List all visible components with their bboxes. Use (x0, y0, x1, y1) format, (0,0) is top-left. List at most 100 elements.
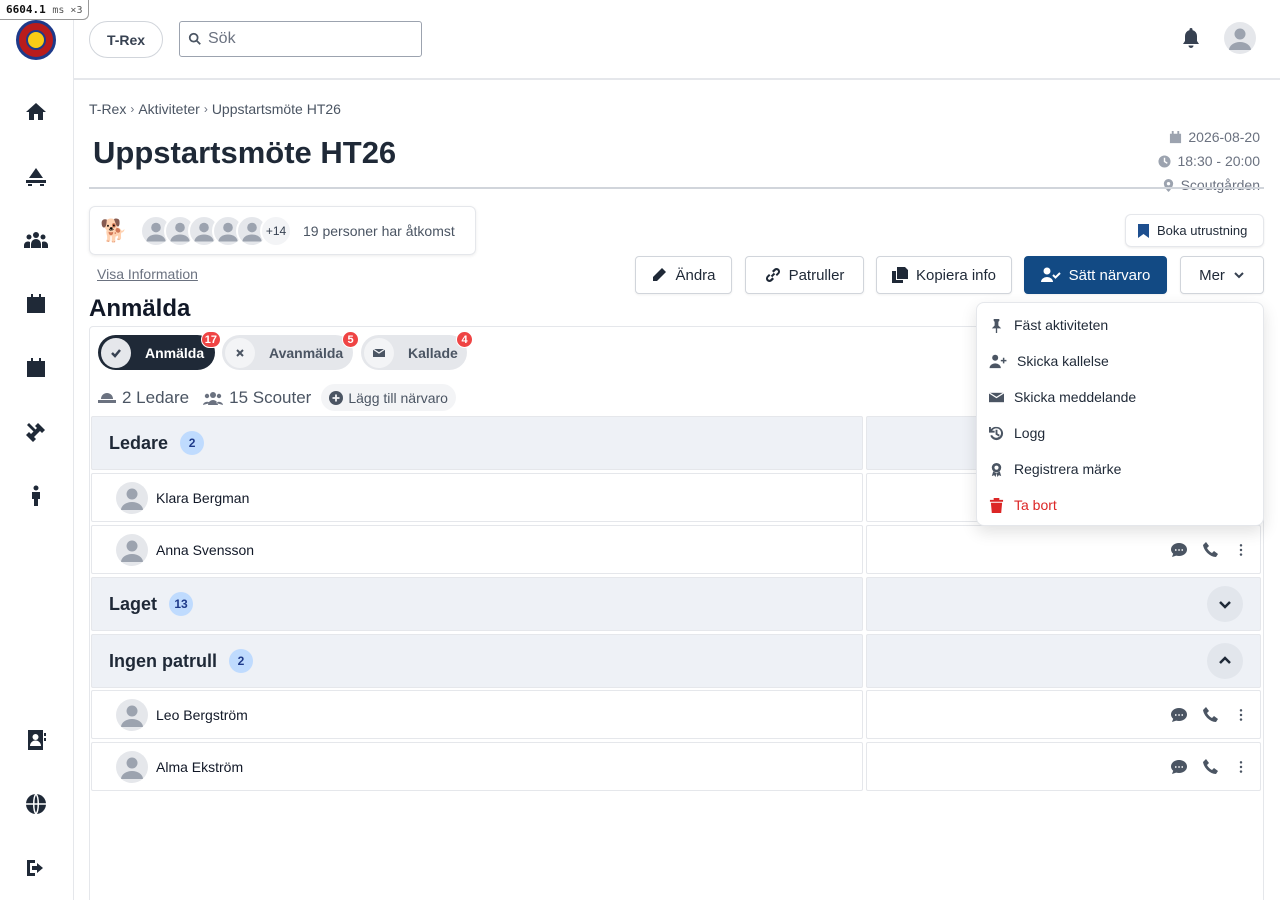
close-icon (225, 337, 255, 368)
logout-icon[interactable] (22, 854, 50, 882)
globe-icon[interactable] (22, 790, 50, 818)
perf-badge: 6604.1 ms ×3 (0, 0, 90, 20)
count-badge: 17 (200, 331, 221, 348)
chevron-right-icon: › (130, 102, 135, 116)
row-actions (1170, 541, 1248, 559)
group-count-badge: 13 (169, 592, 194, 616)
menu-item-send-message[interactable]: Skicka meddelande (977, 379, 1263, 415)
phone-icon[interactable] (1202, 541, 1220, 559)
table-row[interactable]: Leo Bergström (91, 690, 1262, 739)
sms-icon[interactable] (1170, 541, 1188, 559)
breadcrumb-item[interactable]: Aktiviteter (138, 101, 199, 117)
row-actions (1170, 706, 1248, 724)
access-card[interactable]: 🐕 +14 19 personer har åtkomst (89, 206, 476, 255)
menu-item-label: Skicka kallelse (1017, 353, 1109, 369)
chevron-right-icon: › (203, 102, 208, 116)
activity-location: Scoutgården (1180, 177, 1260, 193)
collapse-button[interactable] (1207, 643, 1243, 679)
phone-icon[interactable] (1202, 758, 1220, 776)
calendar-grid-icon[interactable] (22, 290, 50, 318)
kebab-menu-icon[interactable] (1234, 758, 1248, 776)
breadcrumb: T-Rex › Aktiviteter › Uppstartsmöte HT26 (89, 101, 341, 117)
chevron-down-icon (1234, 272, 1244, 279)
breadcrumb-item[interactable]: T-Rex (89, 101, 126, 117)
menu-item-delete[interactable]: Ta bort (977, 487, 1263, 523)
set-attendance-button[interactable]: Sätt närvaro (1024, 256, 1167, 294)
pencil-icon (653, 268, 667, 281)
tab-unregistered[interactable]: Avanmälda 5 (222, 331, 359, 370)
search-input[interactable] (208, 30, 408, 48)
user-plus-icon (989, 354, 1007, 368)
tools-icon[interactable] (22, 418, 50, 446)
avatar (116, 750, 148, 783)
show-info-link[interactable]: Visa Information (97, 266, 198, 282)
group-icon[interactable] (22, 226, 50, 254)
leader-count: 2 Ledare (122, 387, 190, 407)
group-row[interactable]: Laget 13 (91, 577, 1262, 631)
more-count: +14 (260, 214, 292, 247)
table-row[interactable]: Anna Svensson (91, 525, 1262, 574)
avatar (116, 533, 148, 566)
set-attendance-label: Sätt närvaro (1068, 266, 1151, 284)
menu-item-pin[interactable]: Fäst aktiviteten (977, 307, 1263, 343)
envelope-icon (989, 391, 1004, 402)
tab-registered[interactable]: Anmälda 17 (98, 331, 221, 370)
person-icon[interactable] (22, 482, 50, 510)
edit-button[interactable]: Ändra (635, 256, 732, 294)
history-icon (989, 426, 1004, 440)
book-equipment-label: Boka utrustning (1157, 223, 1248, 238)
tab-invited[interactable]: Kallade 4 (361, 331, 473, 370)
menu-item-label: Fäst aktiviteten (1014, 317, 1109, 333)
search-icon (188, 32, 201, 45)
book-equipment-button[interactable]: Boka utrustning (1125, 214, 1264, 247)
kebab-menu-icon[interactable] (1234, 541, 1248, 559)
phone-icon[interactable] (1202, 706, 1220, 724)
menu-item-label: Logg (1014, 425, 1046, 441)
activity-time: 18:30 - 20:00 (1177, 153, 1260, 169)
user-check-icon (1040, 267, 1061, 282)
menu-item-send-invite[interactable]: Skicka kallelse (977, 343, 1263, 379)
avatar-stack: +14 (140, 214, 292, 247)
sms-icon[interactable] (1170, 758, 1188, 776)
search-box[interactable] (179, 21, 422, 57)
more-button[interactable]: Mer (1180, 256, 1264, 294)
person-name: Klara Bergman (156, 489, 250, 506)
calendar-icon[interactable] (22, 354, 50, 382)
count-badge: 4 (456, 331, 473, 348)
location-pin-icon (1163, 178, 1173, 192)
menu-item-label: Skicka meddelande (1014, 389, 1137, 405)
home-icon[interactable] (22, 98, 50, 126)
group-name: Laget (109, 593, 158, 614)
attendee-counts: 2 Ledare 15 Scouter Lägg till närvaro (98, 384, 456, 411)
award-icon (991, 462, 1002, 477)
contacts-icon[interactable] (22, 726, 50, 754)
bell-icon[interactable] (1181, 27, 1201, 49)
expand-button[interactable] (1207, 586, 1243, 622)
tab-label: Anmälda (145, 344, 205, 361)
menu-item-register-badge[interactable]: Registrera märke (977, 451, 1263, 487)
group-row[interactable]: Ingen patrull 2 (91, 634, 1262, 688)
menu-item-log[interactable]: Logg (977, 415, 1263, 451)
group-count-badge: 2 (229, 649, 253, 673)
chevron-up-icon (1219, 656, 1231, 664)
activity-date: 2026-08-20 (1188, 129, 1260, 145)
campfire-icon[interactable] (22, 162, 50, 190)
plus-circle-icon (329, 390, 344, 405)
access-text: 19 personer har åtkomst (303, 222, 455, 239)
kebab-menu-icon[interactable] (1234, 706, 1248, 724)
page-title: Uppstartsmöte HT26 (93, 135, 397, 170)
leader-hat-icon (98, 392, 116, 403)
table-row[interactable]: Alma Ekström (91, 742, 1262, 791)
count-badge: 5 (342, 331, 359, 348)
user-avatar[interactable] (1224, 22, 1256, 54)
tab-label: Kallade (408, 344, 458, 361)
patrols-button[interactable]: Patruller (745, 256, 864, 294)
sms-icon[interactable] (1170, 706, 1188, 724)
add-attendance-button[interactable]: Lägg till närvaro (321, 384, 456, 411)
app-home-button[interactable]: T-Rex (89, 21, 163, 58)
copy-info-label: Kopiera info (915, 266, 997, 284)
org-logo[interactable] (16, 20, 56, 60)
copy-info-button[interactable]: Kopiera info (876, 256, 1012, 294)
tab-label: Avanmälda (269, 344, 344, 361)
group-name: Ledare (109, 432, 169, 453)
